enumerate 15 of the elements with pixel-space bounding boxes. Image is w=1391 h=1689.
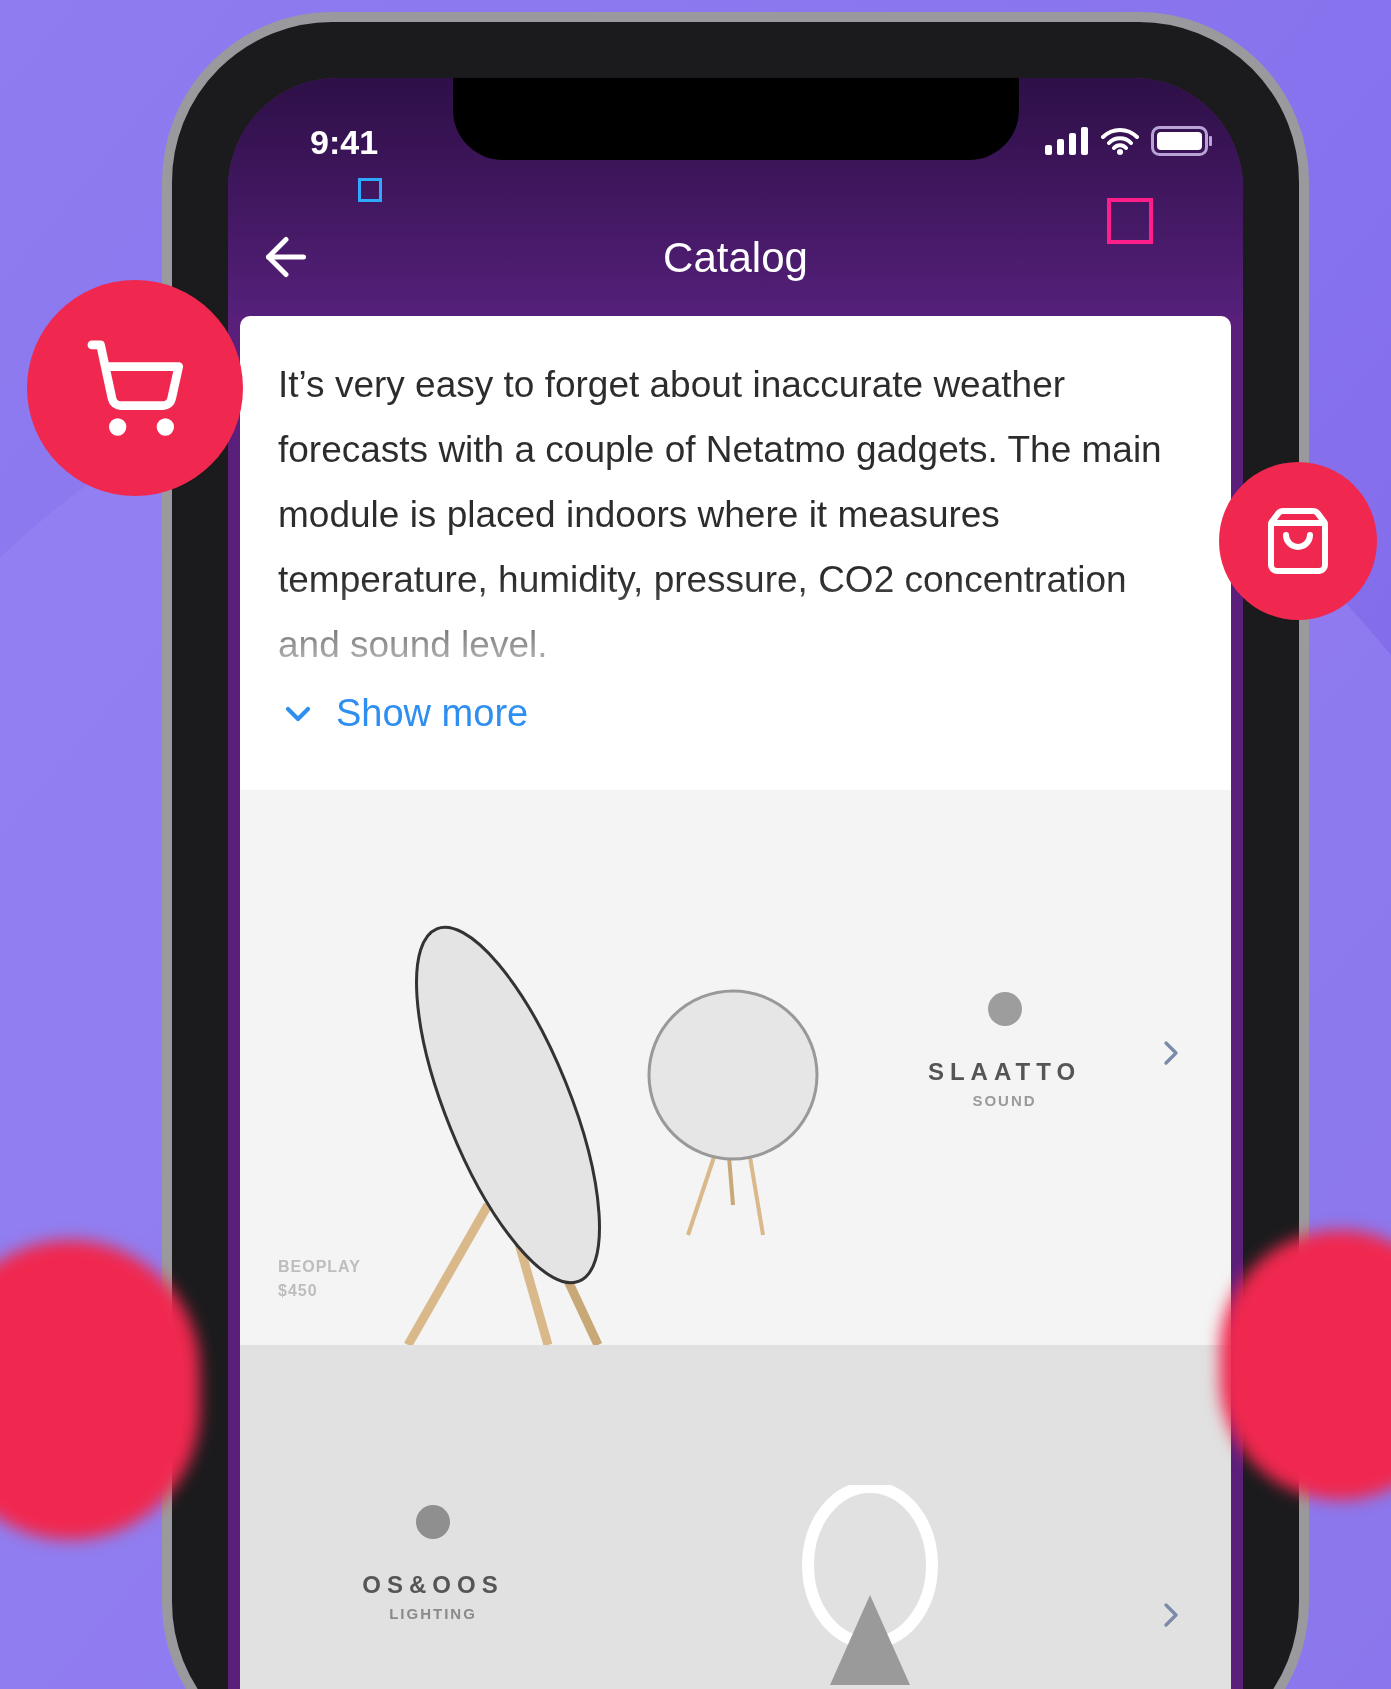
status-time: 9:41	[310, 122, 379, 163]
brand-subtitle: LIGHTING	[389, 1604, 477, 1624]
brand-name: SLAATTO	[927, 1057, 1082, 1088]
show-more-link[interactable]: Show more	[278, 685, 529, 742]
header-title: Catalog	[663, 232, 808, 283]
brand-logo	[416, 1505, 450, 1539]
decor-square	[1107, 198, 1153, 244]
decor-square	[358, 178, 382, 202]
battery-icon	[1151, 126, 1213, 156]
brand-subtitle: SOUND	[972, 1091, 1037, 1112]
signal-icon	[1045, 127, 1089, 155]
product-card[interactable]: OS&OOS LIGHTING	[240, 1345, 1231, 1689]
brand-logo	[987, 992, 1022, 1027]
brand-name: OS&OOS	[362, 1570, 504, 1600]
wifi-icon	[1101, 127, 1139, 155]
